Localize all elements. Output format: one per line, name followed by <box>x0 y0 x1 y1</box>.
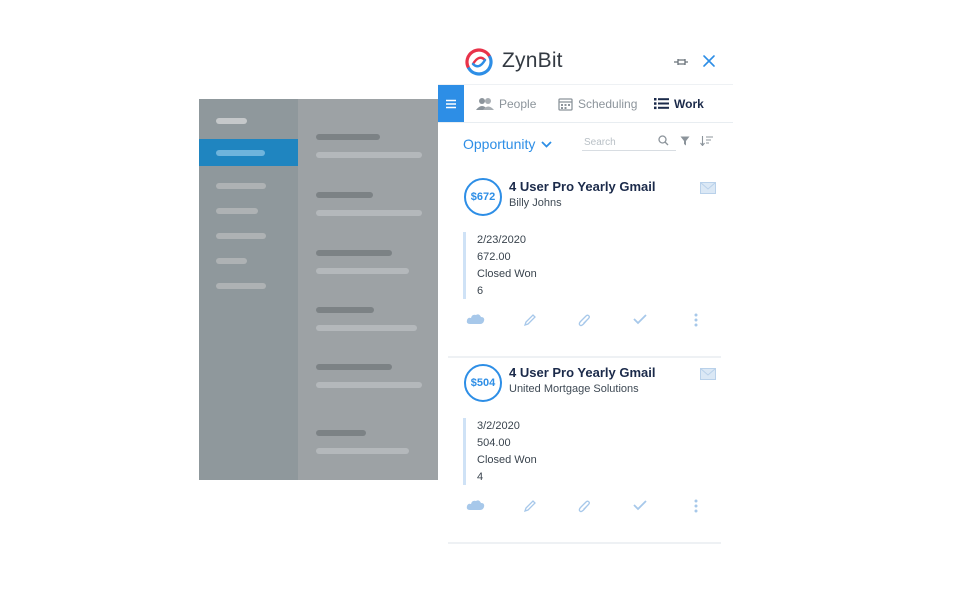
placeholder-bar <box>216 183 266 189</box>
background-active-item <box>199 139 298 166</box>
tab-work[interactable]: Work <box>654 85 704 122</box>
zynbit-logo-icon <box>465 48 493 76</box>
hamburger-icon <box>446 99 456 108</box>
attachment-icon[interactable] <box>578 313 591 328</box>
panel-header: ZynBit <box>438 40 733 84</box>
pin-icon[interactable] <box>672 53 690 71</box>
deal-stage: Closed Won <box>477 268 537 280</box>
salesforce-cloud-icon[interactable] <box>466 499 485 511</box>
people-icon <box>476 97 494 110</box>
opportunity-card[interactable]: $504 4 User Pro Yearly Gmail United Mort… <box>448 364 721 544</box>
close-icon[interactable] <box>700 52 718 70</box>
filter-icon[interactable] <box>680 136 690 146</box>
card-details: 2/23/2020 672.00 Closed Won 6 <box>463 232 666 299</box>
placeholder-bar <box>316 268 409 274</box>
opportunity-dropdown[interactable]: Opportunity <box>463 136 553 152</box>
card-details: 3/2/2020 504.00 Closed Won 4 <box>463 418 666 485</box>
placeholder-bar <box>316 382 422 388</box>
mail-icon[interactable] <box>700 368 716 380</box>
card-title[interactable]: 4 User Pro Yearly Gmail <box>509 365 655 380</box>
opportunity-dropdown-label: Opportunity <box>463 136 536 152</box>
placeholder-bar <box>316 430 366 436</box>
tab-people[interactable]: People <box>476 85 536 122</box>
deal-stage: Closed Won <box>477 454 537 466</box>
tab-people-label: People <box>499 96 537 111</box>
filter-row: Opportunity <box>438 130 733 160</box>
tab-bar: People Scheduling Work <box>438 84 733 123</box>
deal-value: 672.00 <box>477 251 511 263</box>
amount-badge: $504 <box>464 364 502 402</box>
placeholder-bar <box>316 134 380 140</box>
placeholder-bar <box>316 325 417 331</box>
deal-count: 6 <box>477 285 484 297</box>
placeholder-bar <box>216 258 247 264</box>
placeholder-bar <box>216 283 266 289</box>
tab-scheduling-label: Scheduling <box>578 96 638 111</box>
background-sidebar <box>199 99 298 480</box>
sort-icon[interactable] <box>700 136 713 146</box>
list-icon <box>654 98 669 110</box>
placeholder-bar <box>316 210 422 216</box>
edit-icon[interactable] <box>523 313 537 327</box>
placeholder-bar <box>316 192 373 198</box>
placeholder-bar <box>216 233 266 239</box>
zynbit-panel: ZynBit People Scheduling Work Opportunit… <box>438 40 733 544</box>
more-options-icon[interactable] <box>694 313 698 327</box>
placeholder-bar <box>316 152 422 158</box>
calendar-icon <box>558 97 573 111</box>
brand-name: ZynBit <box>502 49 563 72</box>
close-date: 3/2/2020 <box>477 420 520 432</box>
attachment-icon[interactable] <box>578 499 591 514</box>
placeholder-bar <box>216 208 258 214</box>
deal-value: 504.00 <box>477 437 511 449</box>
mail-icon[interactable] <box>700 182 716 194</box>
tab-work-label: Work <box>674 96 704 111</box>
card-account: United Mortgage Solutions <box>509 383 639 395</box>
close-date: 2/23/2020 <box>477 234 526 246</box>
card-actions <box>448 499 721 519</box>
menu-button[interactable] <box>438 85 464 122</box>
placeholder-bar <box>216 150 265 156</box>
opportunity-card[interactable]: $672 4 User Pro Yearly Gmail Billy Johns… <box>448 178 721 358</box>
placeholder-bar <box>316 307 374 313</box>
tab-scheduling[interactable]: Scheduling <box>558 85 637 122</box>
search-icon[interactable] <box>658 135 669 146</box>
placeholder-bar <box>316 448 409 454</box>
more-options-icon[interactable] <box>694 499 698 513</box>
edit-icon[interactable] <box>523 499 537 513</box>
background-app-mock <box>199 99 438 480</box>
placeholder-bar <box>316 250 392 256</box>
checkmark-icon[interactable] <box>633 499 647 511</box>
chevron-down-icon <box>541 140 553 148</box>
placeholder-bar <box>316 364 392 370</box>
placeholder-bar <box>216 118 247 124</box>
checkmark-icon[interactable] <box>633 313 647 325</box>
card-title[interactable]: 4 User Pro Yearly Gmail <box>509 179 655 194</box>
card-actions <box>448 313 721 333</box>
amount-badge: $672 <box>464 178 502 216</box>
deal-count: 4 <box>477 471 484 483</box>
card-account: Billy Johns <box>509 197 562 209</box>
salesforce-cloud-icon[interactable] <box>466 313 485 325</box>
